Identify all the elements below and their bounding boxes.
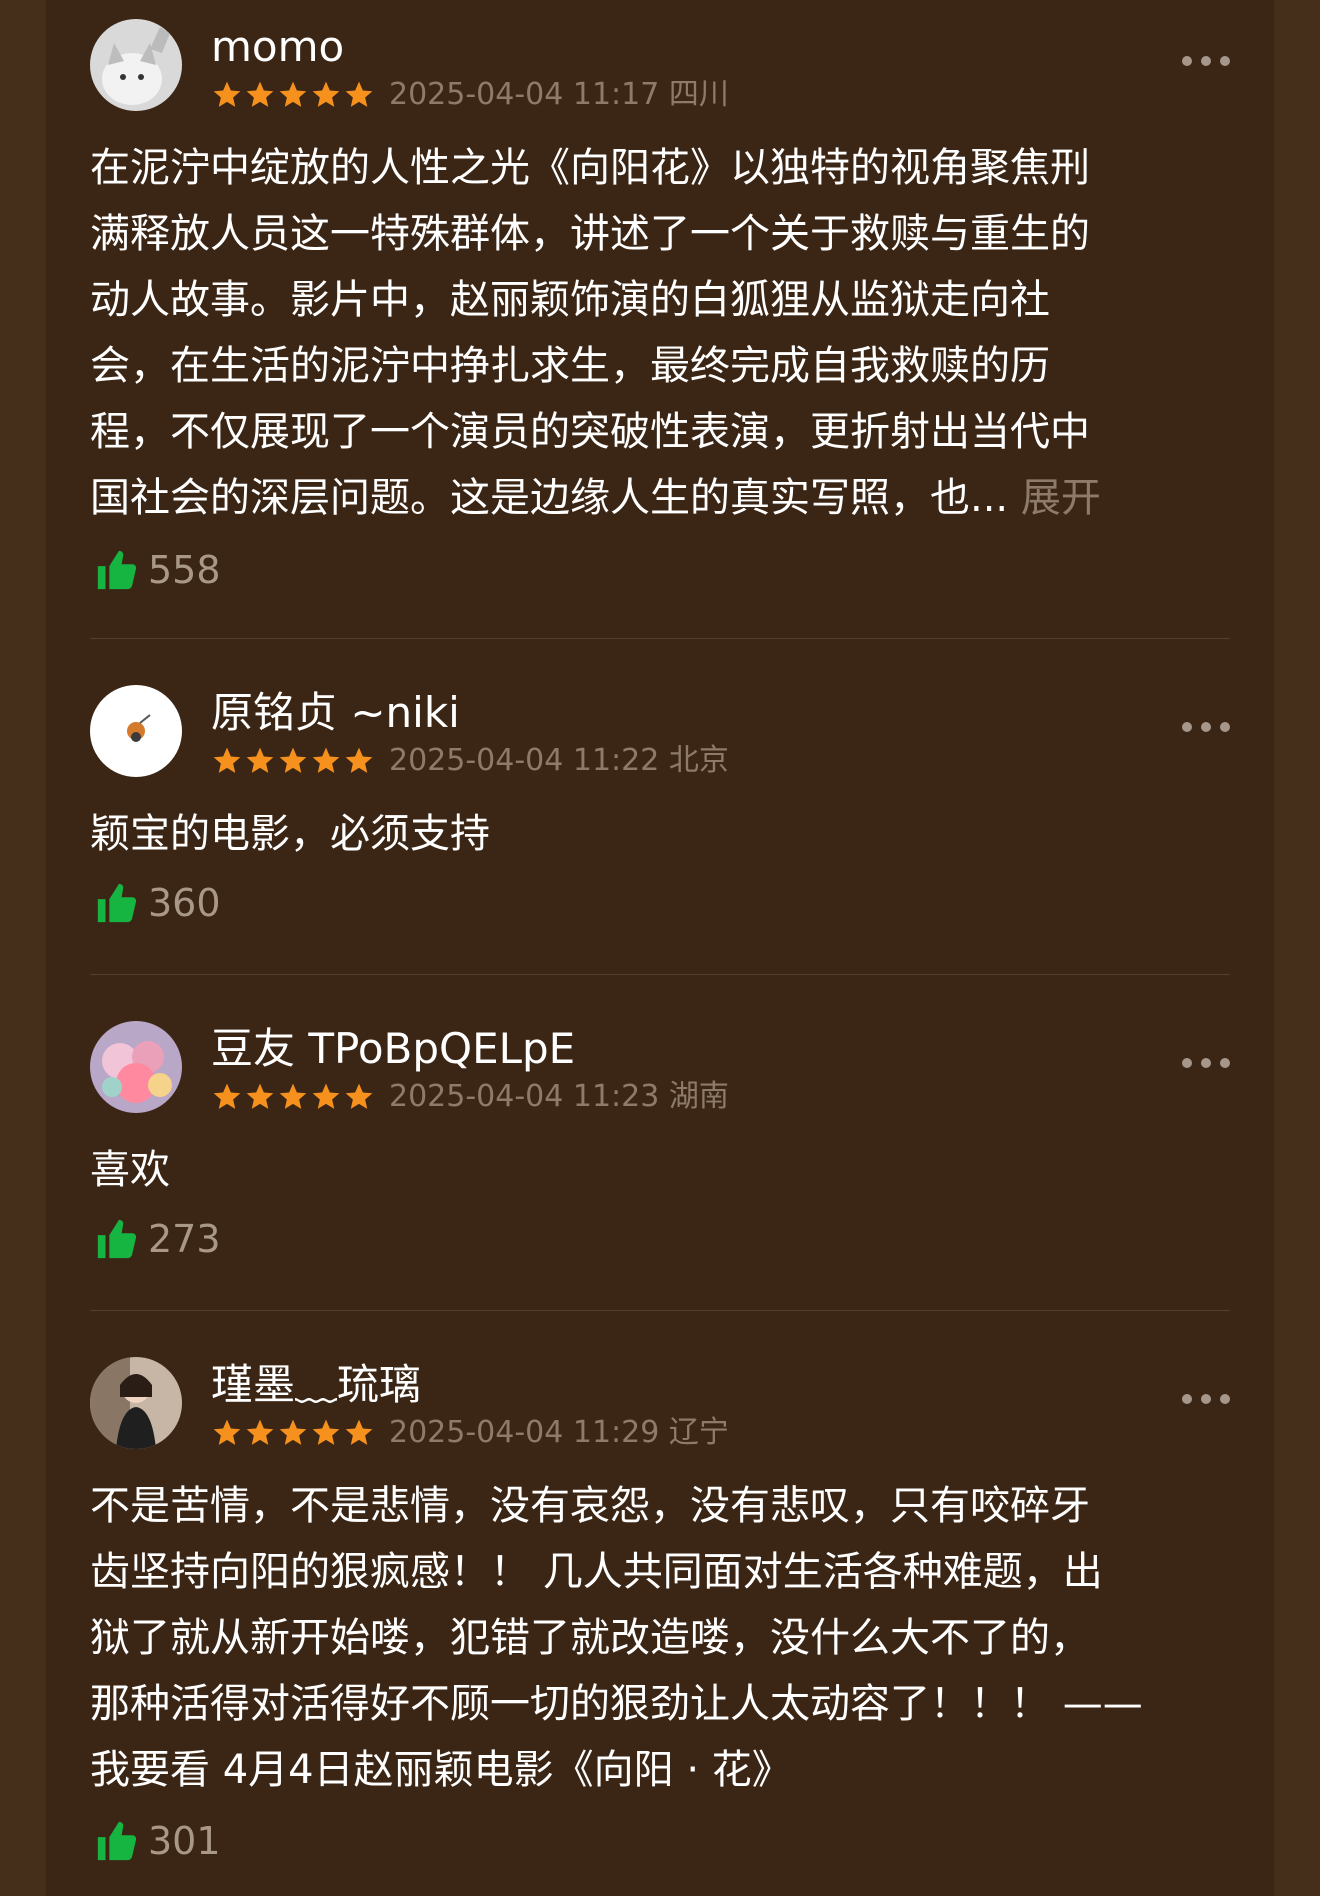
review-text-line: 国社会的深层问题。这是边缘人生的真实写照，也... — [90, 475, 1009, 521]
review-date: 2025-04-04 11:23 湖南 — [389, 1079, 729, 1114]
username[interactable]: 瑾墨﹏琉璃 — [211, 1359, 421, 1411]
more-options-button[interactable] — [1182, 717, 1230, 737]
review-meta: 2025-04-04 11:29 辽宁 — [211, 1415, 729, 1451]
star-rating — [211, 745, 375, 777]
review-date: 2025-04-04 11:22 北京 — [389, 743, 729, 778]
star-icon — [213, 747, 241, 773]
star-icon — [246, 81, 274, 107]
star-icon — [213, 1419, 241, 1445]
star-icon — [246, 1083, 274, 1109]
star-icon — [246, 1419, 274, 1445]
review-meta: 2025-04-04 11:22 北京 — [211, 743, 729, 779]
star-icon — [279, 81, 307, 107]
review-text-line: 会，在生活的泥泞中挣扎求生，最终完成自我救赎的历 — [90, 343, 1050, 389]
like-count: 360 — [148, 881, 221, 925]
star-icon — [312, 1083, 340, 1109]
review-text-line: 那种活得对活得好不顾一切的狠劲让人太动容了！！！ —— — [90, 1681, 1143, 1727]
review-meta: 2025-04-04 11:17 四川 — [211, 77, 729, 113]
like-count: 558 — [148, 548, 221, 592]
review-text: 在泥泞中绽放的人性之光《向阳花》以独特的视角聚焦刑 满释放人员这一特殊群体，讲述… — [90, 135, 1230, 531]
divider — [90, 638, 1230, 639]
username[interactable]: 豆友 TPoBpQELpE — [211, 1023, 575, 1075]
star-icon — [345, 1419, 373, 1445]
review-text-line: 齿坚持向阳的狠疯感！！ 几人共同面对生活各种难题，出 — [90, 1549, 1103, 1595]
star-rating — [211, 79, 375, 111]
divider — [90, 974, 1230, 975]
review-text-line: 程，不仅展现了一个演员的突破性表演，更折射出当代中 — [90, 409, 1090, 455]
star-icon — [279, 1419, 307, 1445]
reviews-panel: momo 2025-04-04 11:17 四川 在泥泞中绽放的人性之光《向阳花… — [46, 0, 1274, 1896]
review-text-line: 动人故事。影片中，赵丽颖饰演的白狐狸从监狱走向社 — [90, 277, 1050, 323]
star-icon — [345, 81, 373, 107]
more-options-button[interactable] — [1182, 1389, 1230, 1409]
avatar[interactable] — [90, 685, 182, 777]
review-text-line: 喜欢 — [90, 1147, 170, 1193]
review-text-line: 颖宝的电影，必须支持 — [90, 811, 490, 857]
star-icon — [213, 1083, 241, 1109]
star-rating — [211, 1081, 375, 1113]
review-text: 不是苦情，不是悲情，没有哀怨，没有悲叹，只有咬碎牙 齿坚持向阳的狠疯感！！ 几人… — [90, 1473, 1230, 1803]
avatar[interactable] — [90, 19, 182, 111]
review-date: 2025-04-04 11:17 四川 — [389, 77, 729, 112]
username[interactable]: momo — [211, 21, 344, 73]
like-count: 301 — [148, 1819, 221, 1863]
divider — [90, 1310, 1230, 1311]
like-button[interactable]: 273 — [94, 1215, 221, 1263]
like-button[interactable]: 301 — [94, 1817, 221, 1865]
expand-link[interactable]: 展开 — [1021, 475, 1101, 521]
username[interactable]: 原铭贞 ~niki — [211, 687, 460, 739]
like-count: 273 — [148, 1217, 221, 1261]
review-text-line: 我要看 4月4日赵丽颖电影《向阳 · 花》 — [90, 1747, 792, 1793]
review-text-line: 满释放人员这一特殊群体，讲述了一个关于救赎与重生的 — [90, 211, 1090, 257]
star-icon — [345, 1083, 373, 1109]
like-button[interactable]: 558 — [94, 546, 221, 594]
like-button[interactable]: 360 — [94, 879, 221, 927]
review-text: 颖宝的电影，必须支持 — [90, 801, 1230, 867]
more-options-button[interactable] — [1182, 51, 1230, 71]
review-date: 2025-04-04 11:29 辽宁 — [389, 1415, 729, 1450]
star-icon — [213, 81, 241, 107]
thumbs-up-icon — [97, 1821, 137, 1861]
thumbs-up-icon — [97, 1219, 137, 1259]
star-icon — [312, 1419, 340, 1445]
star-icon — [345, 747, 373, 773]
star-icon — [312, 81, 340, 107]
review-text: 喜欢 — [90, 1137, 1230, 1203]
thumbs-up-icon — [97, 550, 137, 590]
star-icon — [246, 747, 274, 773]
review-text-line: 在泥泞中绽放的人性之光《向阳花》以独特的视角聚焦刑 — [90, 145, 1090, 191]
more-options-button[interactable] — [1182, 1053, 1230, 1073]
thumbs-up-icon — [97, 883, 137, 923]
star-icon — [279, 1083, 307, 1109]
star-rating — [211, 1417, 375, 1449]
avatar[interactable] — [90, 1021, 182, 1113]
star-icon — [312, 747, 340, 773]
avatar[interactable] — [90, 1357, 182, 1449]
review-meta: 2025-04-04 11:23 湖南 — [211, 1079, 729, 1115]
review-text-line: 狱了就从新开始喽，犯错了就改造喽，没什么大不了的， — [90, 1615, 1090, 1661]
star-icon — [279, 747, 307, 773]
review-text-line: 不是苦情，不是悲情，没有哀怨，没有悲叹，只有咬碎牙 — [90, 1483, 1090, 1529]
